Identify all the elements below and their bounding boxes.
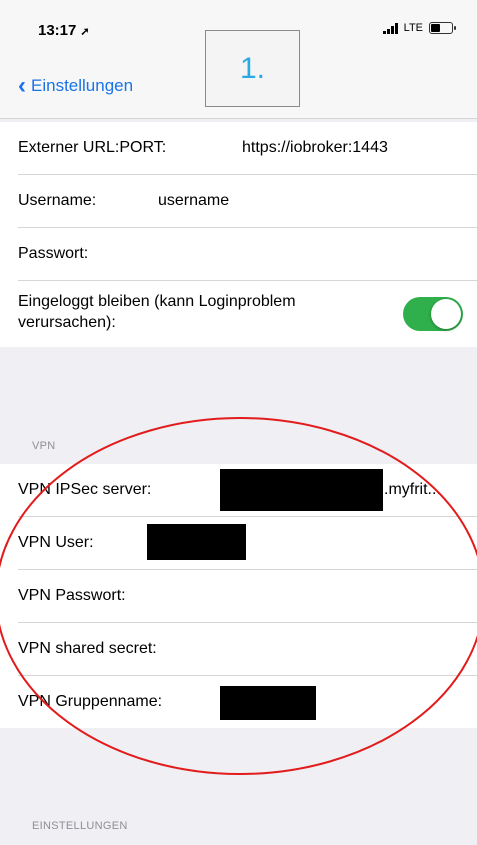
- stay-logged-in-label: Eingeloggt bleiben (kann Loginproblem ve…: [18, 291, 296, 333]
- external-url-row[interactable]: Externer URL:PORT: https://iobroker:1443: [18, 122, 477, 175]
- stay-logged-in-toggle[interactable]: [403, 297, 463, 331]
- vpn-group-name-label: VPN Gruppenname:: [18, 693, 163, 710]
- username-label: Username:: [18, 192, 97, 209]
- step-number-box: 1.: [205, 30, 300, 107]
- vpn-user-label: VPN User:: [18, 534, 94, 551]
- status-indicators: LTE: [382, 22, 456, 34]
- vpn-password-row[interactable]: VPN Passwort:: [18, 570, 477, 623]
- stay-logged-in-label-line1: Eingeloggt bleiben (kann Loginproblem: [18, 293, 296, 310]
- chevron-left-icon: ‹: [18, 72, 26, 99]
- vpn-section-header: VPN: [32, 440, 56, 452]
- step-number: 1.: [239, 51, 266, 85]
- vpn-shared-secret-row[interactable]: VPN shared secret:: [18, 623, 477, 676]
- vpn-password-label: VPN Passwort:: [18, 587, 126, 604]
- external-url-value[interactable]: https://iobroker:1443: [242, 139, 388, 157]
- signal-icon: [382, 22, 398, 34]
- vpn-ipsec-label: VPN IPSec server:: [18, 481, 152, 498]
- clock-text: 13:17: [38, 22, 77, 39]
- back-button-label: Einstellungen: [31, 76, 134, 95]
- back-button[interactable]: ‹ Einstellungen: [18, 72, 134, 99]
- battery-icon: [429, 22, 456, 34]
- vpn-ipsec-value[interactable]: .myfrit...: [384, 481, 441, 499]
- vpn-group-name-row[interactable]: VPN Gruppenname:: [18, 676, 477, 728]
- redaction-box: [220, 686, 316, 720]
- server-settings-group: Externer URL:PORT: https://iobroker:1443…: [0, 122, 477, 347]
- settings-section-header: EINSTELLUNGEN: [32, 820, 128, 832]
- vpn-user-row[interactable]: VPN User:: [18, 517, 477, 570]
- vpn-settings-group: VPN IPSec server: .myfrit... VPN User: V…: [0, 464, 477, 728]
- username-row[interactable]: Username: username: [18, 175, 477, 228]
- stay-logged-in-label-line2: verursachen):: [18, 314, 116, 331]
- vpn-shared-secret-label: VPN shared secret:: [18, 640, 157, 657]
- external-url-label: Externer URL:PORT:: [18, 139, 167, 156]
- location-arrow-icon: ➚: [80, 26, 90, 38]
- username-value[interactable]: username: [158, 192, 229, 210]
- toggle-knob: [431, 299, 461, 329]
- carrier-label: LTE: [403, 22, 423, 34]
- redaction-box: [147, 524, 246, 560]
- password-row[interactable]: Passwort:: [18, 228, 477, 281]
- status-time: 13:17 ➚: [38, 22, 90, 39]
- stay-logged-in-row: Eingeloggt bleiben (kann Loginproblem ve…: [18, 281, 477, 347]
- vpn-ipsec-row[interactable]: VPN IPSec server: .myfrit...: [18, 464, 477, 517]
- redaction-box: [220, 469, 383, 511]
- password-label: Passwort:: [18, 245, 89, 262]
